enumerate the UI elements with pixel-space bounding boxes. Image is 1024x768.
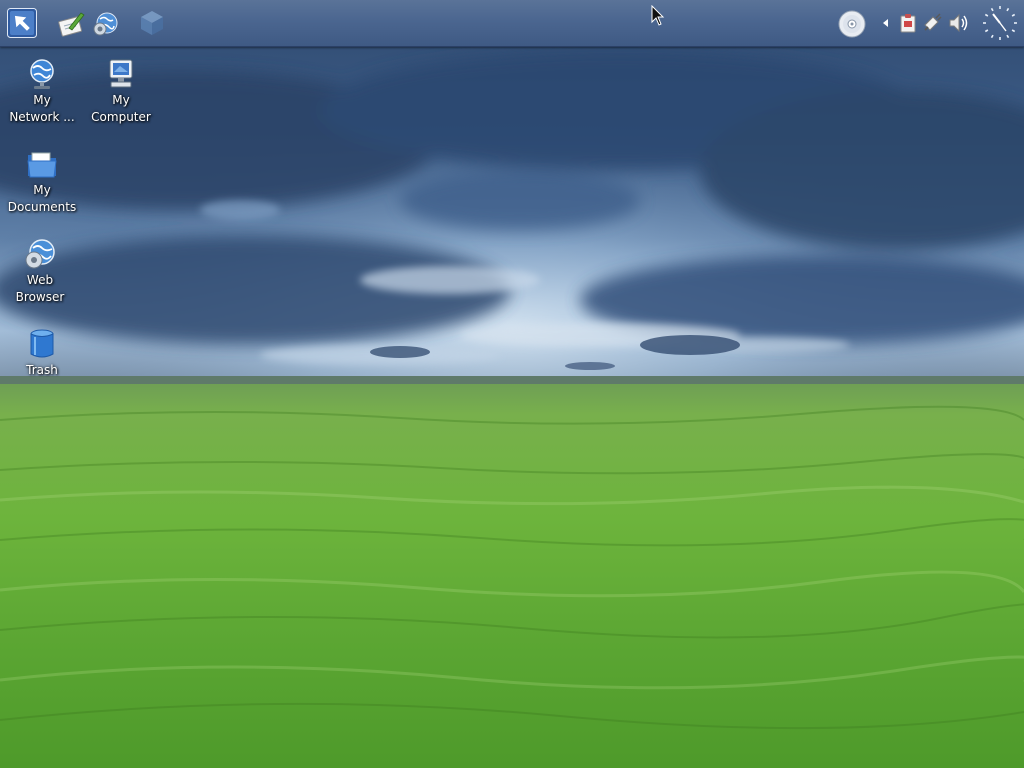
text-editor-icon (57, 10, 85, 38)
desktop-icon-label: Trash (26, 363, 58, 377)
documents-folder-icon (26, 148, 58, 180)
desktop-icon-label: Web Browser (15, 273, 65, 304)
clock-tray-button[interactable] (980, 3, 1020, 43)
desktop-icon-my-network[interactable]: My Network ... (2, 58, 82, 126)
web-browser-icon (91, 10, 119, 38)
desktop-icon-label: My Documents (7, 183, 77, 214)
desktop-icon-label: My Network ... (9, 93, 75, 124)
network-tray-button[interactable] (921, 12, 943, 34)
desktop-icon-label: My Computer (91, 93, 151, 124)
clipboard-tray-button[interactable] (897, 12, 919, 34)
computer-monitor-icon (105, 58, 137, 90)
network-globe-icon (26, 58, 58, 90)
network-plug-icon (922, 13, 942, 33)
volume-tray-button[interactable] (946, 11, 970, 35)
text-editor-launcher[interactable] (56, 9, 86, 39)
desktop-icon-trash[interactable]: Trash (2, 328, 82, 379)
tray-expand-arrow-icon (881, 18, 891, 28)
cd-drive-tray-button[interactable] (837, 9, 867, 39)
desktop-icon-my-computer[interactable]: My Computer (81, 58, 161, 126)
desktop-cube-icon (138, 9, 166, 37)
desktop-icon-web-browser[interactable]: Web Browser (0, 238, 80, 306)
volume-speaker-icon (947, 12, 969, 34)
web-browser-globe-icon (24, 238, 56, 270)
clipboard-icon (898, 13, 918, 33)
application-menu-icon (7, 8, 37, 38)
desktop-icon-my-documents[interactable]: My Documents (2, 148, 82, 216)
analog-clock-icon (981, 4, 1019, 42)
trash-can-icon (26, 328, 58, 360)
desktop-switcher-button[interactable] (137, 8, 167, 38)
top-panel (0, 0, 1024, 47)
web-browser-launcher[interactable] (90, 9, 120, 39)
tray-expand-button[interactable] (879, 16, 893, 30)
application-menu-button[interactable] (6, 7, 38, 39)
cd-drive-icon (838, 10, 866, 38)
